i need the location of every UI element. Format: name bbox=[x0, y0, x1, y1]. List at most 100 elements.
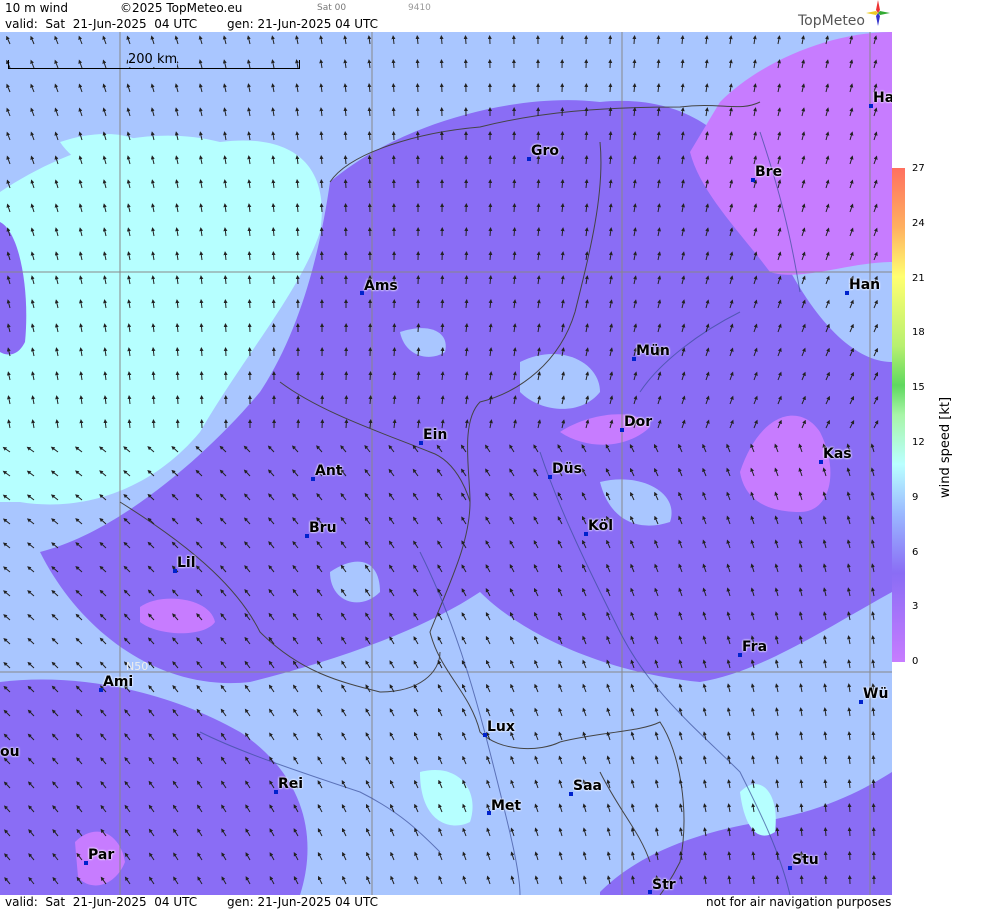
wind-arrow bbox=[3, 661, 11, 669]
wind-arrow bbox=[799, 875, 804, 885]
wind-arrow bbox=[389, 660, 395, 669]
wind-arrow bbox=[27, 637, 35, 645]
wind-arrow bbox=[534, 707, 539, 717]
wind-arrow bbox=[295, 227, 300, 237]
wind-arrow bbox=[438, 851, 443, 861]
wind-arrow bbox=[343, 179, 348, 189]
wind-arrow bbox=[413, 731, 419, 741]
wind-arrow bbox=[365, 732, 371, 741]
wind-map[interactable]: 200 km N50 Ha Gro Bre Ams Han Mün Dor Ei… bbox=[0, 32, 892, 895]
wind-arrow bbox=[750, 707, 755, 717]
wind-arrow bbox=[488, 251, 493, 261]
wind-arrow bbox=[342, 875, 347, 885]
wind-arrow bbox=[871, 731, 876, 741]
wind-arrow bbox=[560, 131, 565, 141]
wind-arrow bbox=[873, 323, 878, 333]
wind-arrow bbox=[584, 155, 589, 165]
wind-arrow bbox=[485, 635, 491, 645]
wind-arrow bbox=[462, 731, 467, 741]
wind-arrow bbox=[437, 707, 443, 717]
wind-arrow bbox=[704, 107, 709, 117]
wind-arrow bbox=[799, 803, 804, 813]
wind-arrow bbox=[244, 708, 251, 717]
wind-arrow bbox=[271, 251, 276, 261]
wind-arrow bbox=[608, 131, 613, 141]
wind-arrow bbox=[654, 731, 659, 741]
wind-arrow bbox=[414, 803, 419, 813]
city-label: Fra bbox=[742, 639, 768, 655]
wind-arrow bbox=[414, 851, 419, 861]
wind-arrow bbox=[365, 780, 371, 789]
wind-arrow bbox=[175, 371, 180, 381]
wind-arrow bbox=[847, 731, 852, 741]
wind-arrow bbox=[702, 683, 707, 693]
wind-arrow bbox=[486, 707, 491, 717]
wind-arrow bbox=[630, 803, 635, 813]
wind-arrow bbox=[462, 755, 467, 765]
wind-arrow bbox=[656, 59, 661, 69]
wind-arrow bbox=[365, 803, 371, 813]
wind-arrow bbox=[799, 779, 804, 789]
wind-arrow bbox=[775, 707, 779, 717]
wind-arrow bbox=[30, 155, 35, 165]
wind-arrow bbox=[413, 636, 419, 645]
wind-arrow bbox=[295, 251, 300, 261]
wind-arrow bbox=[2, 542, 11, 549]
city-label: Köl bbox=[588, 518, 614, 534]
wind-arrow bbox=[366, 851, 371, 861]
wind-arrow bbox=[510, 707, 515, 717]
wind-arrow bbox=[775, 803, 780, 813]
wind-arrow bbox=[198, 83, 203, 93]
color-scale-bar bbox=[892, 168, 905, 662]
wind-arrow bbox=[343, 107, 348, 117]
wind-arrow bbox=[871, 635, 876, 645]
wind-arrow bbox=[510, 827, 515, 837]
wind-arrow bbox=[416, 371, 421, 381]
wind-arrow bbox=[319, 59, 324, 69]
wind-arrow bbox=[343, 59, 348, 69]
wind-arrow bbox=[414, 779, 419, 789]
wind-arrow bbox=[847, 755, 852, 765]
wind-arrow bbox=[413, 708, 419, 717]
wind-arrow bbox=[199, 323, 204, 333]
wind-arrow bbox=[319, 131, 324, 141]
wind-arrow bbox=[679, 827, 683, 837]
wind-arrow bbox=[389, 779, 395, 789]
wind-arrow bbox=[463, 35, 468, 45]
wind-arrow bbox=[341, 804, 347, 813]
wind-arrow bbox=[630, 683, 635, 693]
wind-arrow bbox=[823, 827, 828, 837]
wind-arrow bbox=[126, 107, 131, 117]
wind-arrow bbox=[368, 419, 373, 429]
city-label: Düs bbox=[552, 461, 582, 477]
wind-arrow bbox=[584, 131, 589, 141]
wind-arrow bbox=[558, 707, 563, 717]
wind-arrow bbox=[680, 83, 685, 93]
wind-arrow bbox=[271, 107, 276, 117]
city-label: Par bbox=[88, 847, 115, 863]
wind-arrow bbox=[343, 155, 348, 165]
wind-arrow bbox=[390, 851, 395, 861]
wind-arrow bbox=[367, 83, 372, 93]
wind-arrow bbox=[196, 684, 203, 693]
brand-logo-text: TopMeteo bbox=[798, 13, 865, 29]
wind-arrow bbox=[126, 35, 131, 45]
wind-arrow bbox=[247, 275, 252, 285]
wind-arrow bbox=[558, 659, 563, 669]
wind-arrow bbox=[439, 59, 444, 69]
wind-arrow bbox=[678, 755, 683, 765]
wind-arrow bbox=[367, 107, 372, 117]
wind-arrow bbox=[6, 83, 11, 93]
wind-arrow bbox=[6, 107, 11, 117]
wind-arrow bbox=[702, 779, 707, 789]
wind-arrow bbox=[6, 35, 11, 45]
wind-arrow bbox=[485, 659, 491, 669]
wind-arrow bbox=[413, 684, 419, 693]
wind-arrow bbox=[317, 780, 323, 789]
wind-arrow bbox=[799, 707, 804, 717]
wind-arrow bbox=[415, 59, 420, 69]
wind-arrow bbox=[439, 35, 444, 45]
wind-arrow bbox=[534, 875, 539, 885]
wind-arrow bbox=[392, 347, 397, 357]
wind-arrow bbox=[534, 659, 539, 669]
